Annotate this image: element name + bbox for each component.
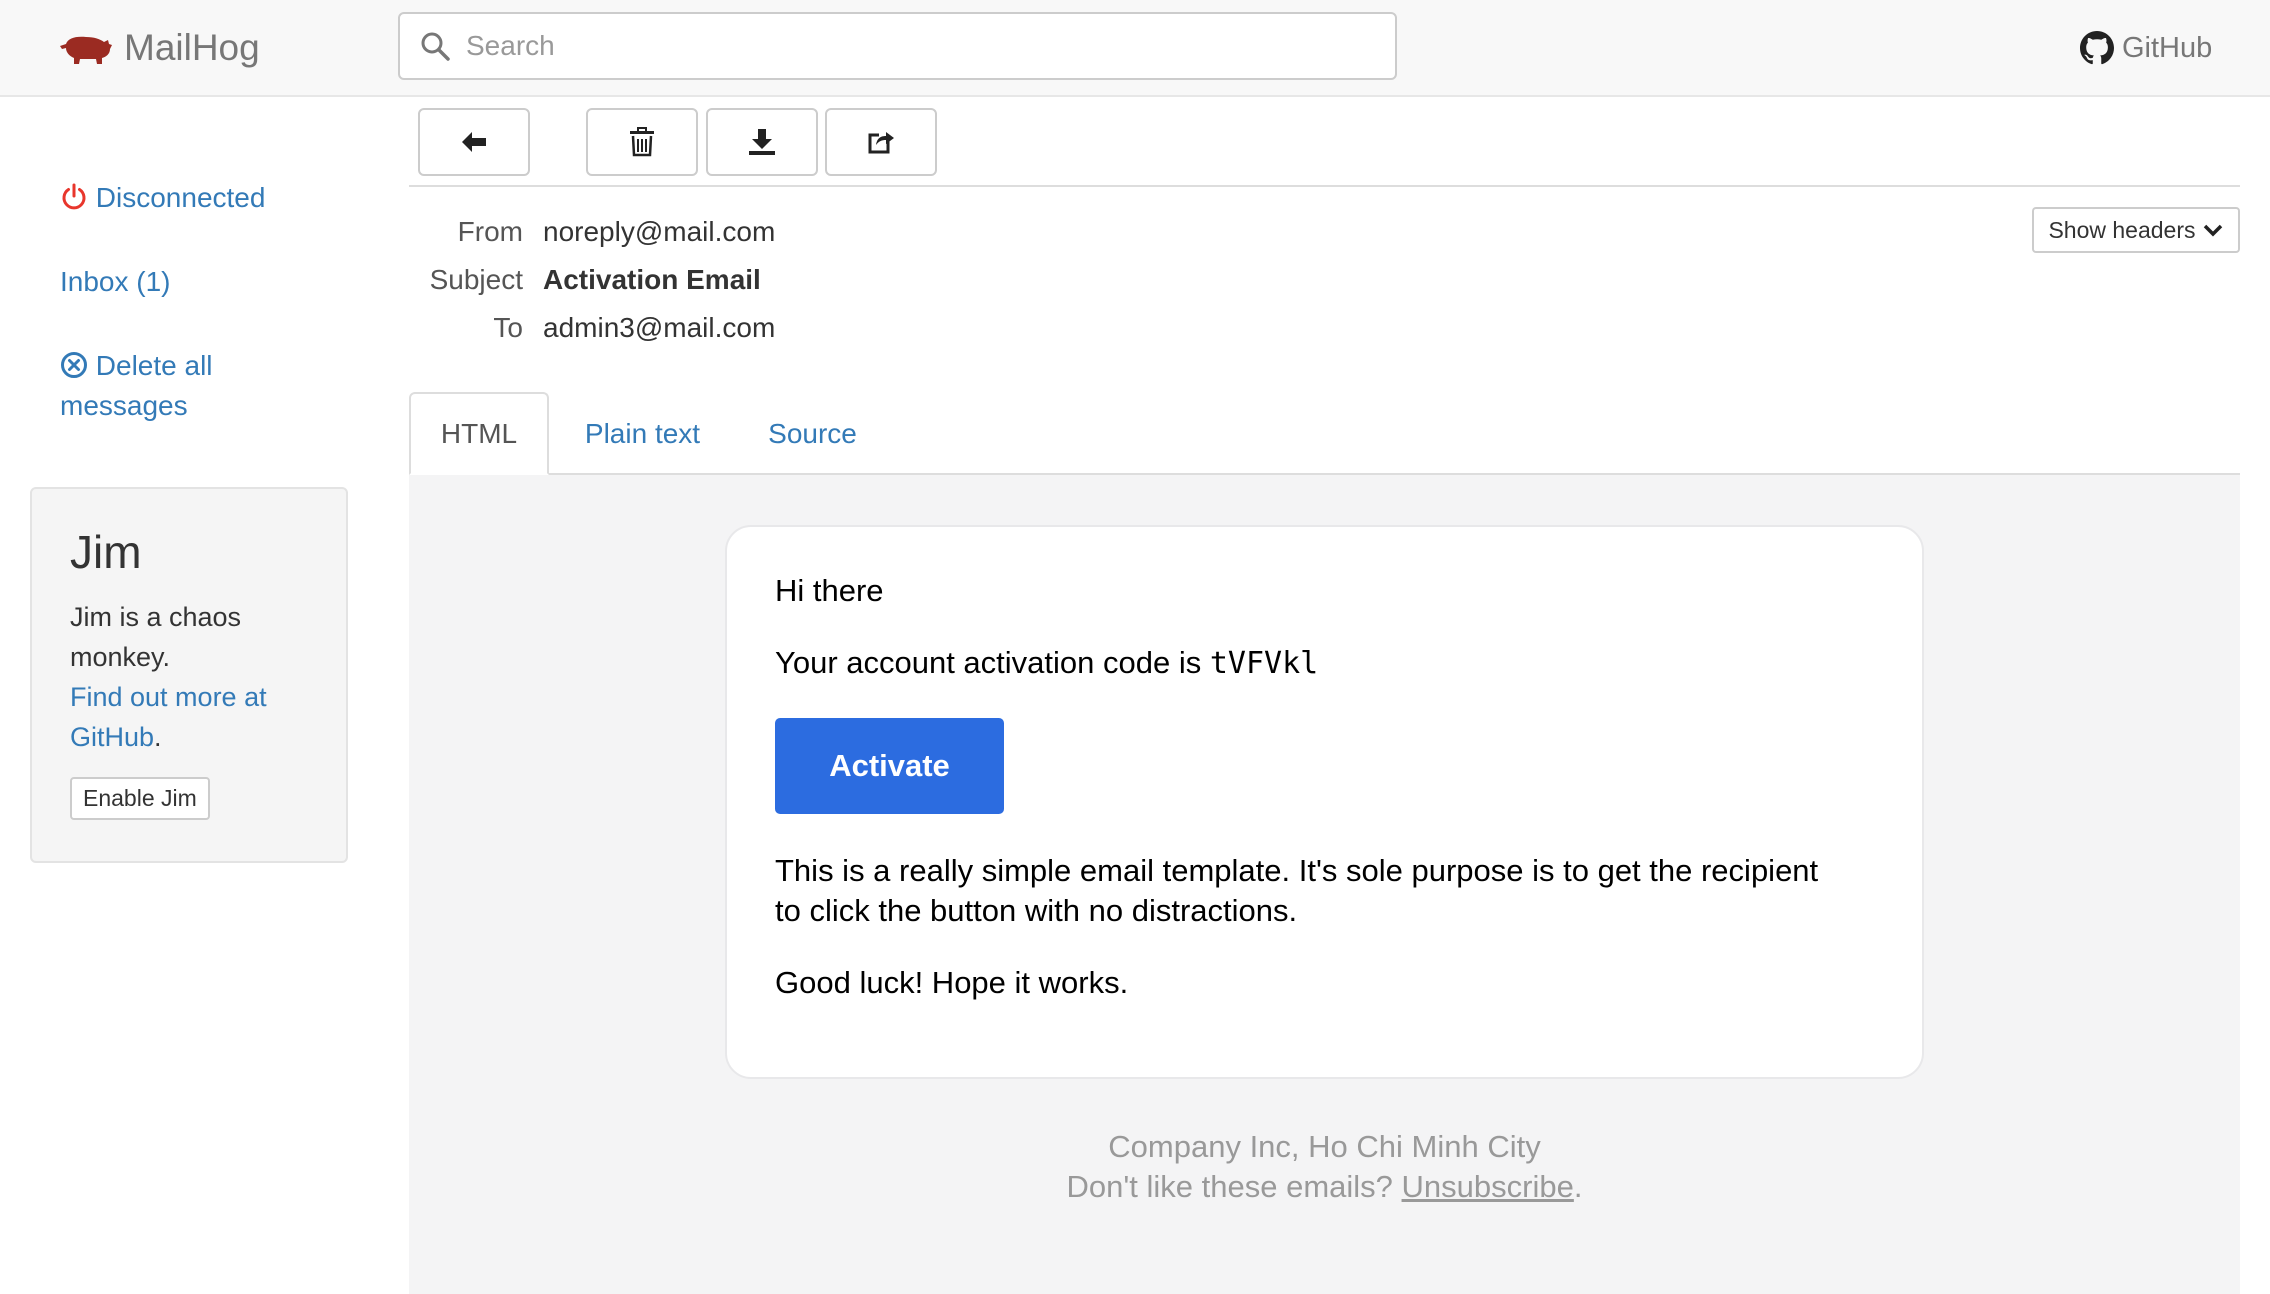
show-headers-label: Show headers	[2048, 216, 2196, 243]
email-signoff: Good luck! Hope it works.	[775, 965, 1129, 1000]
jim-description-line1: Jim is a chaos	[70, 602, 242, 632]
jim-panel: Jim Jim is a chaos monkey. Find out more…	[30, 487, 348, 863]
back-arrow-icon	[462, 132, 486, 152]
from-label: From	[457, 216, 523, 247]
power-icon	[62, 183, 86, 210]
tab-source[interactable]: Source	[745, 392, 880, 475]
connection-status-label: Disconnected	[95, 182, 266, 213]
top-navbar: MailHog GitHub	[0, 0, 2270, 97]
download-button[interactable]	[706, 108, 818, 176]
jim-description: Jim is a chaos monkey. Find out more at G…	[70, 597, 308, 757]
download-icon	[749, 129, 775, 155]
delete-button[interactable]	[586, 108, 698, 176]
email-footer-company: Company Inc, Ho Chi Minh City	[1108, 1129, 1541, 1164]
inbox-label: Inbox (1)	[60, 266, 171, 297]
jim-link-line2: GitHub	[70, 722, 155, 752]
show-headers-button[interactable]: Show headers	[2032, 207, 2240, 253]
to-value: admin3@mail.com	[543, 312, 776, 343]
github-link[interactable]: GitHub	[2080, 26, 2212, 70]
subject-label: Subject	[429, 264, 523, 295]
to-label: To	[493, 312, 523, 343]
inbox-link[interactable]: Inbox (1)	[60, 262, 171, 302]
chevron-down-icon	[2203, 224, 2222, 237]
email-greeting: Hi there	[775, 573, 884, 608]
jim-description-line2: monkey.	[70, 642, 171, 672]
email-body: This is a really simple email template. …	[775, 851, 1885, 1003]
jim-link-line1: Find out more at	[70, 682, 267, 712]
delete-all-link[interactable]: Delete all messages	[60, 346, 213, 426]
jim-github-link[interactable]: Find out more at GitHub	[70, 682, 267, 752]
brand-link[interactable]: MailHog	[60, 20, 260, 76]
search-field[interactable]	[398, 12, 1397, 80]
search-input[interactable]	[466, 30, 1366, 62]
delete-all-label-line2: messages	[60, 390, 188, 421]
connection-status-link[interactable]: Disconnected	[60, 178, 265, 218]
email-code-prefix: Your account activation code is	[775, 645, 1210, 680]
circle-x-icon	[61, 352, 87, 378]
jim-title: Jim	[70, 526, 142, 578]
jim-link-suffix: .	[154, 722, 162, 752]
email-body-line2: to click the button with no distractions…	[775, 893, 1298, 928]
email-preview: Hi there Your account activation code is…	[409, 475, 2240, 1294]
delete-all-label-line1: Delete all	[95, 350, 213, 381]
tab-html[interactable]: HTML	[409, 392, 549, 475]
release-button[interactable]	[825, 108, 937, 176]
search-icon	[421, 32, 450, 61]
unsubscribe-link[interactable]: Unsubscribe	[1402, 1169, 1574, 1204]
back-button[interactable]	[418, 108, 530, 176]
email-code-line: Your account activation code is tVFVkl	[775, 643, 1874, 684]
footer-suffix: .	[1573, 1169, 1583, 1204]
tab-plain-text[interactable]: Plain text	[560, 392, 725, 475]
activation-code: tVFVkl	[1209, 646, 1319, 681]
subject-value: Activation Email	[543, 264, 761, 295]
email-footer-unsubscribe: Don't like these emails? Unsubscribe.	[409, 1167, 2240, 1207]
trash-icon	[630, 127, 654, 157]
brand-name: MailHog	[124, 27, 260, 68]
footer-prefix: Don't like these emails?	[1066, 1169, 1402, 1204]
email-card: Hi there Your account activation code is…	[725, 525, 1924, 1079]
github-label: GitHub	[2122, 31, 2213, 64]
activate-button[interactable]: Activate	[775, 718, 1004, 814]
toolbar-divider	[409, 185, 2240, 187]
github-icon	[2080, 31, 2114, 65]
pig-logo-icon	[60, 36, 112, 64]
share-icon	[868, 132, 894, 154]
enable-jim-button[interactable]: Enable Jim	[70, 777, 210, 820]
from-value: noreply@mail.com	[543, 216, 776, 247]
email-body-line1: This is a really simple email template. …	[775, 853, 1819, 888]
